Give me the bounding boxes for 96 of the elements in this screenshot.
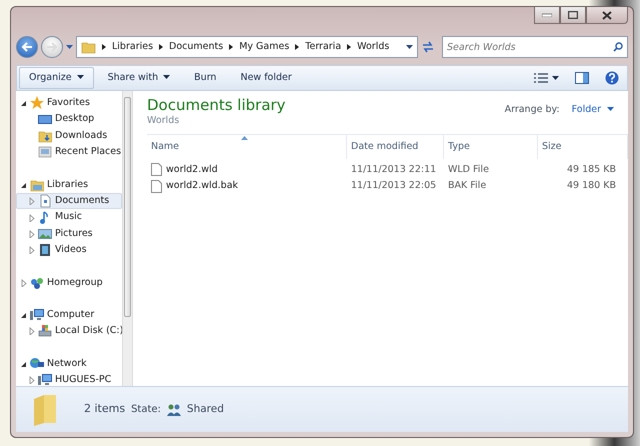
recent-places-icon (38, 145, 52, 160)
local-disk-icon (38, 324, 52, 338)
chevron-icon[interactable] (295, 44, 300, 50)
expanded-triangle-icon[interactable] (21, 99, 27, 108)
search-icon (613, 42, 623, 52)
sidebar-item[interactable]: Libraries (16, 176, 122, 193)
breadcrumb[interactable]: Libraries (112, 40, 154, 54)
computer-icon (30, 308, 44, 322)
type-cell-text: WLD File (447, 162, 490, 177)
network-icon (30, 356, 44, 371)
sidebar-item[interactable]: Network (16, 356, 122, 372)
breadcrumb[interactable]: Worlds (357, 40, 390, 54)
minimize-button[interactable] (534, 7, 560, 24)
help-icon[interactable] (605, 71, 619, 85)
item-count: 2 items (84, 401, 126, 418)
desktop-icon (38, 112, 52, 127)
film-icon (38, 243, 52, 258)
toolbar-button[interactable]: New folder (230, 66, 302, 90)
caret-icon (607, 107, 614, 112)
date-cell-text: 11/11/2013 22:05 (350, 179, 438, 194)
state-label: State: (131, 403, 161, 417)
collapsed-triangle-icon[interactable] (29, 327, 35, 336)
date-cell-text: 11/11/2013 22:11 (350, 162, 438, 177)
homegroup-icon (30, 276, 44, 290)
library-subtitle: Worlds (147, 114, 180, 128)
library-icon (30, 178, 44, 192)
file-name[interactable]: world2.wld (147, 162, 347, 178)
chevron-icon[interactable] (102, 44, 106, 50)
refresh-icon[interactable] (421, 41, 435, 53)
toolbar-button[interactable]: Organize (19, 66, 94, 90)
type-cell-text: BAK File (447, 179, 488, 194)
sort-arrow-icon (241, 136, 248, 140)
column-header[interactable]: Name (147, 134, 347, 159)
sidebar-item[interactable]: Favorites (16, 95, 122, 112)
maximize-icon (568, 11, 578, 19)
star-icon (30, 96, 44, 110)
sidebar-item[interactable]: Documents (16, 192, 122, 210)
address-bar[interactable]: Libraries Documents My Games Terraria Worlds (76, 36, 418, 58)
sidebar-item[interactable]: Computer (16, 306, 122, 324)
sidebar-item[interactable]: Homegroup (16, 274, 122, 291)
arrange-label: Arrange by: (504, 103, 560, 117)
state-value: Shared (186, 402, 224, 417)
history-caret-icon[interactable] (66, 45, 73, 49)
computer-icon (38, 373, 52, 386)
size-cell-text: 49 180 KB (566, 179, 617, 194)
maximize-button[interactable] (560, 7, 586, 24)
chevron-icon[interactable] (229, 44, 234, 50)
back-arrow-icon (21, 42, 33, 52)
minimize-icon (542, 13, 552, 17)
toolbar-button[interactable]: Burn (184, 66, 226, 90)
sidebar-item[interactable]: Desktop (16, 111, 122, 128)
expanded-triangle-icon[interactable] (21, 311, 27, 320)
forward-button[interactable] (41, 36, 63, 58)
arrange-dropdown[interactable]: Folder (572, 103, 614, 118)
picture-icon (38, 226, 52, 241)
column-header[interactable]: Type (444, 134, 538, 159)
breadcrumb[interactable]: My Games (239, 40, 290, 54)
column-header[interactable]: Date modified (347, 134, 444, 159)
close-button[interactable] (586, 7, 628, 24)
back-button[interactable] (16, 36, 38, 58)
preview-pane-icon[interactable] (575, 72, 589, 84)
forward-arrow-icon (46, 42, 58, 52)
folder-icon (32, 392, 58, 426)
scrollbar[interactable] (122, 91, 133, 386)
sidebar-item[interactable]: Pictures (16, 226, 122, 242)
file-icon (151, 180, 162, 193)
sidebar-item[interactable]: Downloads (16, 128, 122, 144)
breadcrumb[interactable]: Terraria (305, 40, 342, 54)
caret-icon[interactable] (552, 76, 559, 80)
toolbar-button[interactable]: Share with (98, 66, 180, 90)
collapsed-triangle-icon[interactable] (21, 278, 27, 287)
expanded-triangle-icon[interactable] (21, 180, 27, 189)
sidebar-item[interactable]: Recent Places (16, 144, 122, 161)
document-icon (38, 194, 52, 208)
sidebar-item[interactable]: Videos (16, 242, 122, 259)
collapsed-triangle-icon[interactable] (29, 376, 35, 384)
close-icon (602, 10, 612, 20)
size-cell-text: 49 185 KB (566, 162, 617, 177)
column-header[interactable]: Size (538, 134, 628, 159)
dropdown-caret-icon[interactable] (406, 45, 413, 49)
expanded-triangle-icon[interactable] (21, 360, 27, 368)
sidebar-item[interactable]: HUGUES-PC (16, 372, 122, 386)
file-name[interactable]: world2.wld.bak (147, 179, 347, 194)
chevron-icon[interactable] (159, 44, 164, 50)
view-list-icon[interactable] (534, 73, 548, 83)
shared-users-icon (166, 404, 181, 416)
chevron-icon[interactable] (347, 44, 352, 50)
download-folder-icon (38, 128, 52, 143)
library-title: Documents library (147, 97, 286, 114)
file-icon (151, 163, 162, 176)
search-field[interactable]: Search Worlds (442, 36, 628, 58)
caret-icon (76, 75, 84, 80)
breadcrumb[interactable]: Documents (169, 40, 224, 54)
sidebar-item[interactable]: Music (16, 209, 122, 226)
caret-icon (163, 75, 170, 80)
folder-icon (81, 40, 96, 54)
